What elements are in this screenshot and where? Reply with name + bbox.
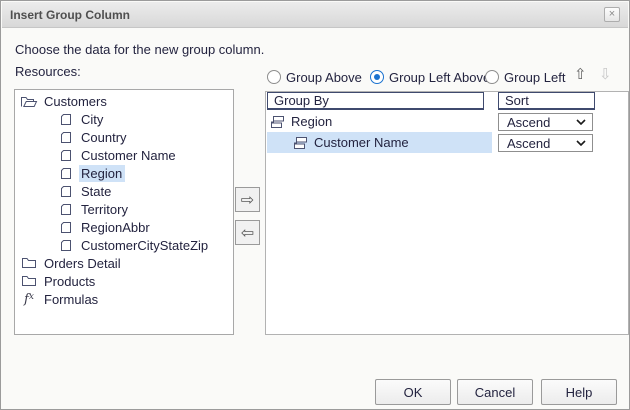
help-button[interactable]: Help xyxy=(541,379,617,405)
resources-tree: Customers City Country Customer Name Reg… xyxy=(14,89,234,335)
column-header-group-by: Group By xyxy=(267,92,484,110)
tree-item-customercitystatezip[interactable]: CustomerCityStateZip xyxy=(15,236,233,254)
tree-item-regionabbr[interactable]: RegionAbbr xyxy=(15,218,233,236)
add-to-group-button[interactable]: ⇨ xyxy=(235,187,260,212)
radio-selected-icon xyxy=(370,70,384,84)
right-arrow-icon: ⇨ xyxy=(241,190,254,209)
move-up-icon[interactable]: ⇧ xyxy=(574,64,587,84)
tree-item-products[interactable]: Products xyxy=(15,272,233,290)
remove-from-group-button[interactable]: ⇦ xyxy=(235,220,260,245)
tree-item-state[interactable]: State xyxy=(15,182,233,200)
column-field-icon xyxy=(56,131,76,144)
tree-item-customers[interactable]: Customers xyxy=(15,92,233,110)
column-field-icon xyxy=(56,221,76,234)
group-icon xyxy=(270,115,285,129)
group-row-customer-name-selected[interactable]: Customer Name xyxy=(267,132,492,153)
column-field-icon xyxy=(56,239,76,252)
radio-group-above[interactable]: Group Above xyxy=(267,69,362,85)
tree-item-country[interactable]: Country xyxy=(15,128,233,146)
dialog-title: Insert Group Column xyxy=(10,8,130,22)
tree-item-region-selected[interactable]: Region xyxy=(15,164,233,182)
group-icon xyxy=(293,136,308,150)
column-field-icon xyxy=(56,113,76,126)
closed-folder-icon xyxy=(19,275,39,287)
radio-group-left-above[interactable]: Group Left Above xyxy=(370,69,490,85)
radio-icon xyxy=(267,70,281,84)
tree-item-city[interactable]: City xyxy=(15,110,233,128)
insert-group-column-dialog: Insert Group Column × Choose the data fo… xyxy=(0,0,630,410)
ok-button[interactable]: OK xyxy=(375,379,451,405)
tree-item-formulas[interactable]: fx Formulas xyxy=(15,290,233,308)
close-icon[interactable]: × xyxy=(604,7,620,22)
radio-icon xyxy=(485,70,499,84)
column-field-icon xyxy=(56,203,76,216)
column-field-icon xyxy=(56,185,76,198)
cancel-button[interactable]: Cancel xyxy=(457,379,533,405)
tree-item-territory[interactable]: Territory xyxy=(15,200,233,218)
instruction-text: Choose the data for the new group column… xyxy=(15,42,264,57)
tree-item-orders-detail[interactable]: Orders Detail xyxy=(15,254,233,272)
group-by-panel: Group By Sort Region Customer Name Ascen… xyxy=(265,91,629,335)
title-bar: Insert Group Column × xyxy=(2,2,628,28)
formula-fx-icon: fx xyxy=(19,292,39,307)
column-field-icon xyxy=(56,149,76,162)
open-folder-icon xyxy=(19,95,39,108)
move-down-icon: ⇩ xyxy=(599,64,612,84)
sort-dropdown-region[interactable]: Ascend xyxy=(498,113,593,131)
column-header-sort: Sort xyxy=(498,92,595,110)
left-arrow-icon: ⇦ xyxy=(241,223,254,242)
resources-label: Resources: xyxy=(15,64,81,79)
chevron-down-icon xyxy=(576,140,586,146)
group-row-region[interactable]: Region xyxy=(267,111,492,132)
tree-item-customer-name[interactable]: Customer Name xyxy=(15,146,233,164)
column-field-icon xyxy=(56,167,76,180)
sort-dropdown-customer-name[interactable]: Ascend xyxy=(498,134,593,152)
radio-group-left[interactable]: Group Left xyxy=(485,69,565,85)
chevron-down-icon xyxy=(576,119,586,125)
closed-folder-icon xyxy=(19,257,39,269)
